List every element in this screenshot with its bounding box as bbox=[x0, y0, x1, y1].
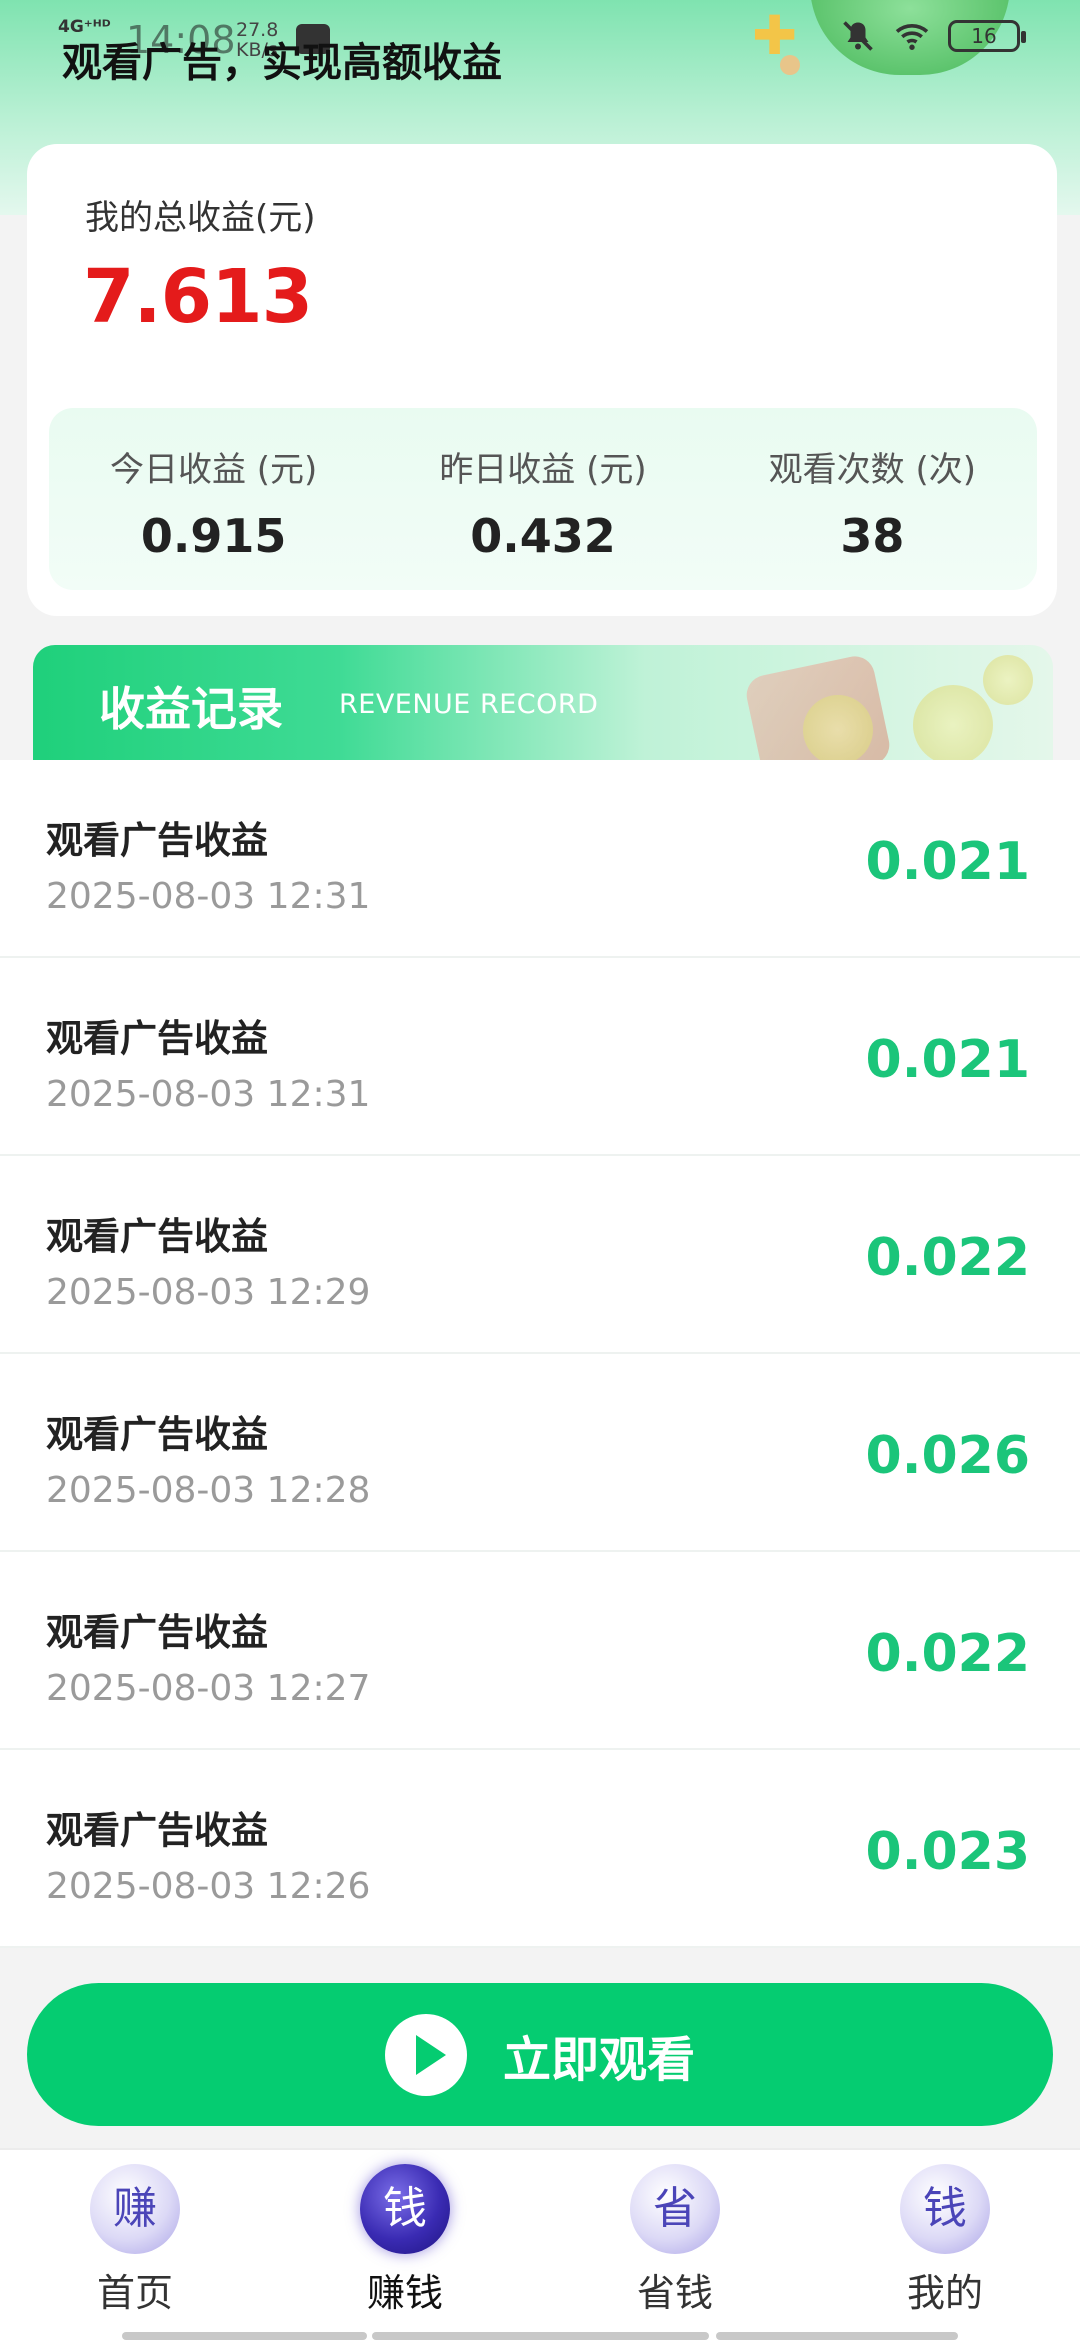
save-badge-icon: 省 bbox=[630, 2164, 720, 2254]
bottom-navigation: 赚 首页 钱 赚钱 省 省钱 钱 我的 bbox=[0, 2148, 1080, 2340]
money-badge-icon: 钱 bbox=[900, 2164, 990, 2254]
list-item: 观看广告收益 2025-08-03 12:29 0.022 bbox=[0, 1156, 1080, 1354]
stats-panel: 今日收益 (元) 0.915 昨日收益 (元) 0.432 观看次数 (次) 3… bbox=[49, 408, 1037, 590]
nav-label: 省钱 bbox=[636, 2271, 713, 2315]
mute-icon bbox=[843, 21, 873, 51]
stat-label: 昨日收益 (元) bbox=[439, 450, 647, 490]
nav-label: 首页 bbox=[96, 2271, 173, 2315]
coin-illustration bbox=[803, 695, 873, 760]
nav-item-save[interactable]: 省 省钱 bbox=[540, 2150, 810, 2340]
nav-item-mine[interactable]: 钱 我的 bbox=[810, 2150, 1080, 2340]
coin-illustration bbox=[983, 655, 1033, 705]
record-item-amount: 0.026 bbox=[865, 1426, 1030, 1486]
nav-item-earn[interactable]: 钱 赚钱 bbox=[270, 2150, 540, 2340]
list-item: 观看广告收益 2025-08-03 12:31 0.021 bbox=[0, 760, 1080, 958]
record-item-time: 2025-08-03 12:28 bbox=[46, 1470, 371, 1511]
home-indicator[interactable] bbox=[372, 2332, 709, 2340]
nav-item-home[interactable]: 赚 首页 bbox=[0, 2150, 270, 2340]
list-item: 观看广告收益 2025-08-03 12:28 0.026 bbox=[0, 1354, 1080, 1552]
nav-label: 我的 bbox=[906, 2271, 983, 2315]
stat-today: 今日收益 (元) 0.915 bbox=[49, 408, 378, 590]
battery-icon: 16 bbox=[948, 20, 1026, 52]
money-badge-icon: 钱 bbox=[360, 2164, 450, 2254]
record-item-title: 观看广告收益 bbox=[46, 1413, 268, 1456]
record-item-title: 观看广告收益 bbox=[46, 1215, 268, 1258]
stat-label: 今日收益 (元) bbox=[109, 450, 318, 490]
page-title: 观看广告，实现高额收益 bbox=[62, 40, 502, 86]
revenue-record-header: 收益记录 REVENUE RECORD bbox=[33, 645, 1053, 760]
record-item-amount: 0.022 bbox=[865, 1228, 1030, 1288]
record-item-title: 观看广告收益 bbox=[46, 1017, 268, 1060]
stat-yesterday: 昨日收益 (元) 0.432 bbox=[378, 408, 707, 590]
play-icon bbox=[384, 2013, 467, 2096]
record-item-time: 2025-08-03 12:26 bbox=[46, 1866, 371, 1907]
stat-value: 0.432 bbox=[470, 509, 616, 563]
record-item-time: 2025-08-03 12:31 bbox=[46, 876, 371, 917]
wifi-icon bbox=[895, 24, 929, 50]
list-item: 观看广告收益 2025-08-03 12:26 0.023 bbox=[0, 1750, 1080, 1948]
record-item-title: 观看广告收益 bbox=[46, 1809, 268, 1852]
home-indicator[interactable] bbox=[716, 2332, 958, 2340]
revenue-record-list: 观看广告收益 2025-08-03 12:31 0.021 观看广告收益 202… bbox=[0, 760, 1080, 1948]
earn-badge-icon: 赚 bbox=[90, 2164, 180, 2254]
watch-now-button[interactable]: 立即观看 bbox=[27, 1983, 1053, 2126]
stat-value: 0.915 bbox=[140, 509, 287, 563]
record-item-time: 2025-08-03 12:27 bbox=[46, 1668, 371, 1709]
total-earnings-label: 我的总收益(元) bbox=[85, 198, 316, 238]
list-item: 观看广告收益 2025-08-03 12:27 0.022 bbox=[0, 1552, 1080, 1750]
stat-views: 观看次数 (次) 38 bbox=[708, 408, 1037, 590]
home-indicator[interactable] bbox=[122, 2332, 367, 2340]
stat-value: 38 bbox=[840, 509, 905, 563]
record-item-time: 2025-08-03 12:31 bbox=[46, 1074, 371, 1115]
nav-label: 赚钱 bbox=[366, 2271, 443, 2315]
watch-now-label: 立即观看 bbox=[502, 2031, 695, 2088]
stat-label: 观看次数 (次) bbox=[768, 450, 976, 490]
earnings-summary-card: 我的总收益(元) 7.613 今日收益 (元) 0.915 昨日收益 (元) 0… bbox=[27, 144, 1057, 616]
record-item-title: 观看广告收益 bbox=[46, 819, 268, 862]
record-item-amount: 0.023 bbox=[865, 1822, 1030, 1882]
total-earnings-value: 7.613 bbox=[83, 254, 313, 340]
record-item-amount: 0.022 bbox=[865, 1624, 1030, 1684]
record-item-amount: 0.021 bbox=[865, 1030, 1030, 1090]
list-item: 观看广告收益 2025-08-03 12:31 0.021 bbox=[0, 958, 1080, 1156]
record-item-time: 2025-08-03 12:29 bbox=[46, 1272, 371, 1313]
record-item-title: 观看广告收益 bbox=[46, 1611, 268, 1654]
coin-illustration bbox=[913, 685, 993, 760]
record-title: 收益记录 bbox=[99, 682, 283, 736]
record-item-amount: 0.021 bbox=[865, 832, 1030, 892]
record-subtitle: REVENUE RECORD bbox=[339, 689, 599, 720]
